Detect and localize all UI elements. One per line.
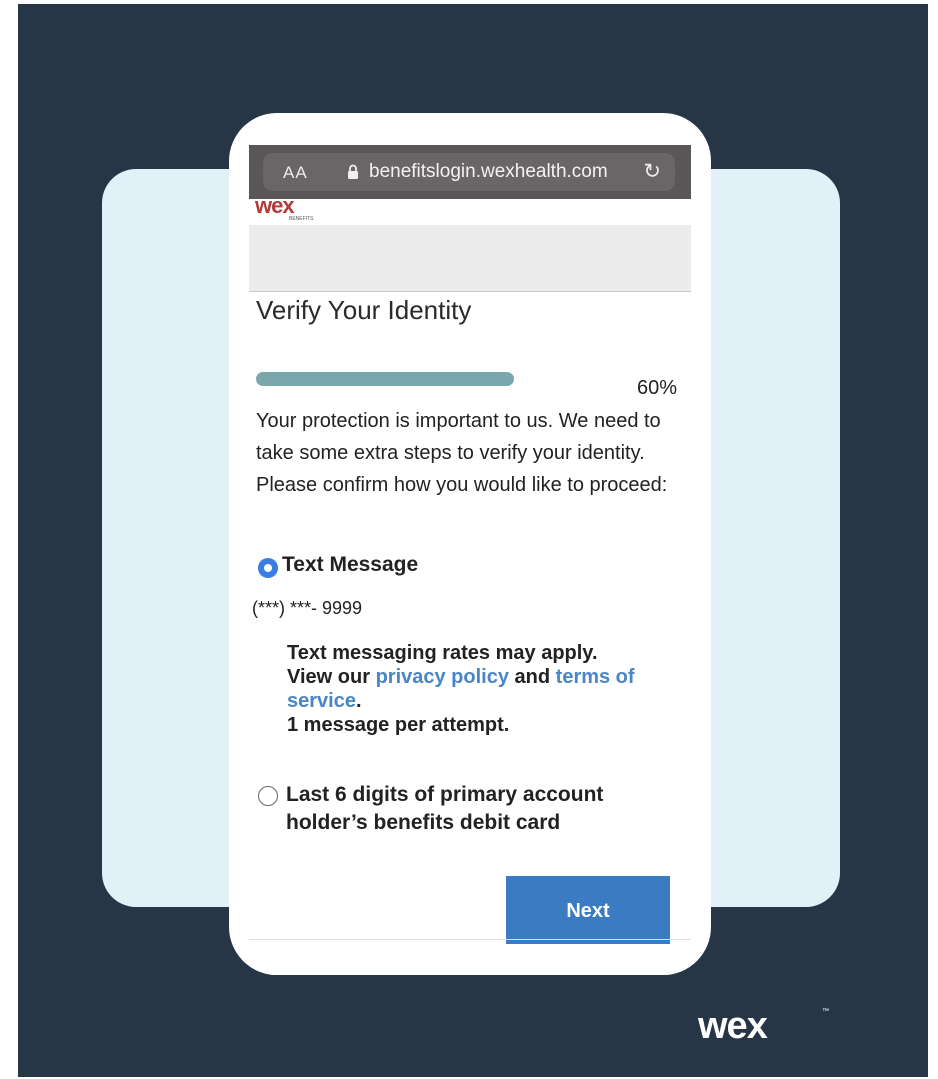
next-button[interactable]: Next [506, 876, 670, 944]
header-banner [249, 225, 691, 292]
debit-card-label[interactable]: Last 6 digits of primary account holder’… [286, 781, 686, 837]
masked-phone-number: (***) ***- 9999 [252, 598, 363, 618]
page-title: Verify Your Identity [256, 295, 472, 325]
sms-disclaimer: Text messaging rates may apply. View our… [287, 641, 687, 737]
reload-icon[interactable]: ↻ [643, 159, 661, 184]
divider [249, 939, 691, 940]
url-text: benefitslogin.wexhealth.com [369, 161, 608, 182]
site-logo[interactable]: wex [255, 199, 295, 219]
view-text: View our [287, 666, 370, 688]
rates-text: Text messaging rates may apply. [287, 642, 598, 664]
lock-icon [348, 164, 358, 179]
address-bar[interactable]: AA benefitslogin.wexhealth.com ↻ [263, 153, 675, 191]
period-text: . [355, 690, 362, 712]
debit-card-radio[interactable] [258, 786, 278, 806]
and-text: and [514, 666, 551, 688]
site-logo-subtext: BENEFITS [289, 216, 314, 222]
site-header: wex BENEFITS [249, 199, 691, 225]
text-size-button[interactable]: AA [283, 163, 308, 183]
progress-percent: 60% [637, 377, 678, 399]
browser-toolbar: AA benefitslogin.wexhealth.com ↻ [249, 145, 691, 199]
intro-text: Your protection is important to us. We n… [256, 410, 668, 496]
wex-logo: wex [698, 1005, 768, 1047]
privacy-policy-link[interactable]: privacy policy [376, 666, 509, 688]
verify-form: Verify Your Identity 60% Your protection… [249, 292, 691, 975]
progress-bar [256, 372, 514, 386]
text-message-label[interactable]: Text Message [282, 553, 418, 577]
text-message-radio[interactable] [258, 558, 278, 578]
trademark-symbol: ™ [822, 1008, 829, 1015]
phone-screen: AA benefitslogin.wexhealth.com ↻ wex BEN… [229, 113, 711, 975]
attempt-text: 1 message per attempt. [287, 714, 510, 736]
